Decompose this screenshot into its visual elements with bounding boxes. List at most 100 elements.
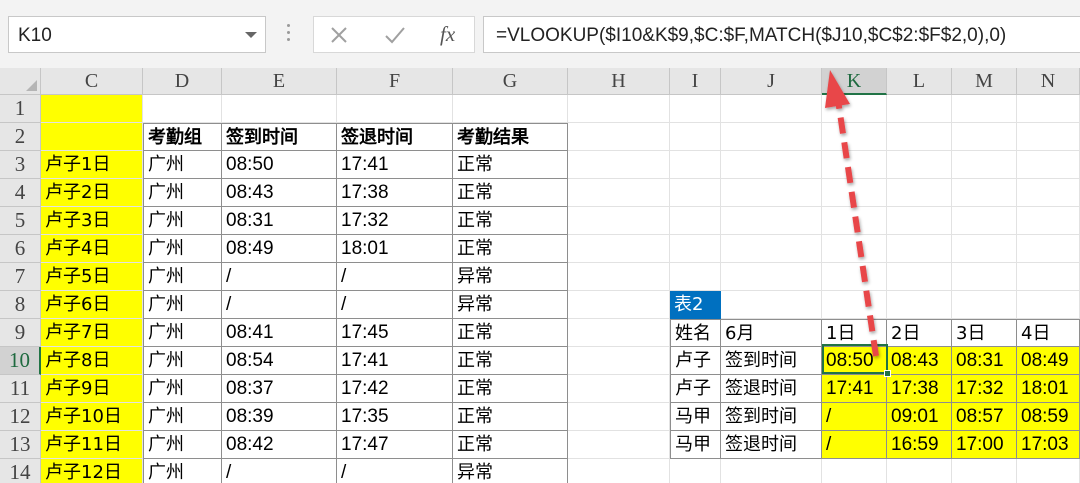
row-header-3[interactable]: 3	[0, 151, 41, 179]
left-table-cell[interactable]: 卢子10日	[41, 403, 143, 431]
grid-cell[interactable]	[670, 123, 721, 151]
grid-cell[interactable]	[1017, 459, 1080, 483]
right-table-cell[interactable]: 17:41	[822, 375, 887, 403]
grid-cell[interactable]	[670, 235, 721, 263]
left-table-cell[interactable]: 正常	[453, 235, 568, 263]
left-table-cell[interactable]: 08:49	[222, 235, 337, 263]
select-all-button[interactable]	[0, 68, 41, 95]
column-header-d[interactable]: D	[143, 68, 222, 95]
row-header-14[interactable]: 14	[0, 459, 41, 483]
left-table-cell[interactable]: 卢子12日	[41, 459, 143, 483]
grid-cell[interactable]	[952, 151, 1017, 179]
grid-cell[interactable]	[952, 207, 1017, 235]
left-table-cell[interactable]: /	[222, 291, 337, 319]
left-table-cell[interactable]: 08:54	[222, 347, 337, 375]
grid-cell[interactable]	[822, 459, 887, 483]
left-table-cell[interactable]: 广州	[143, 431, 222, 459]
grid-cell[interactable]	[887, 151, 952, 179]
left-table-cell[interactable]: 广州	[143, 207, 222, 235]
left-table-header[interactable]	[41, 123, 143, 151]
grid-cell[interactable]	[453, 95, 568, 123]
right-table-cell[interactable]: 08:31	[952, 347, 1017, 375]
left-table-cell[interactable]: 广州	[143, 459, 222, 483]
right-table-header[interactable]: 2日	[887, 319, 952, 347]
grid-cell[interactable]	[337, 95, 453, 123]
left-table-cell[interactable]: 正常	[453, 347, 568, 375]
grid-cell[interactable]	[568, 123, 670, 151]
column-header-j[interactable]: J	[721, 68, 822, 95]
left-table-cell[interactable]: 异常	[453, 459, 568, 483]
left-table-cell[interactable]: 广州	[143, 403, 222, 431]
grid-cell[interactable]	[670, 207, 721, 235]
right-table-cell[interactable]: 卢子	[670, 347, 721, 375]
left-table-cell[interactable]: 卢子7日	[41, 319, 143, 347]
grid-cell[interactable]	[670, 459, 721, 483]
column-header-k[interactable]: K	[822, 68, 887, 95]
grid-cell[interactable]	[887, 291, 952, 319]
grid-cell[interactable]	[822, 151, 887, 179]
left-table-cell[interactable]: 08:41	[222, 319, 337, 347]
grid-cell[interactable]	[887, 179, 952, 207]
right-table-header[interactable]: 3日	[952, 319, 1017, 347]
left-table-cell[interactable]: 广州	[143, 235, 222, 263]
grid-cell[interactable]	[1017, 263, 1080, 291]
right-table-header[interactable]: 姓名	[670, 319, 721, 347]
grid-cell[interactable]	[952, 235, 1017, 263]
left-table-cell[interactable]: 正常	[453, 375, 568, 403]
right-table-cell[interactable]: 08:59	[1017, 403, 1080, 431]
left-table-cell[interactable]: 广州	[143, 179, 222, 207]
right-table-header[interactable]: 6月	[721, 319, 822, 347]
grid-cell[interactable]	[822, 207, 887, 235]
row-header-13[interactable]: 13	[0, 431, 41, 459]
grid-cell[interactable]	[568, 235, 670, 263]
grid-cell[interactable]	[887, 207, 952, 235]
left-table-cell[interactable]: 正常	[453, 151, 568, 179]
left-table-cell[interactable]: 18:01	[337, 235, 453, 263]
grid-cell[interactable]	[568, 319, 670, 347]
left-table-cell[interactable]: 17:42	[337, 375, 453, 403]
column-header-i[interactable]: I	[670, 68, 721, 95]
grid-cell[interactable]	[721, 263, 822, 291]
left-table-cell[interactable]: 正常	[453, 179, 568, 207]
grid-cell[interactable]	[1017, 151, 1080, 179]
left-table-cell[interactable]: 17:41	[337, 151, 453, 179]
left-table-header[interactable]: 签退时间	[337, 123, 453, 151]
row-header-11[interactable]: 11	[0, 375, 41, 403]
grid-cell[interactable]	[822, 179, 887, 207]
chevron-down-icon[interactable]	[241, 20, 261, 49]
left-table-cell[interactable]: 08:31	[222, 207, 337, 235]
grid-cell[interactable]	[568, 431, 670, 459]
grid-cell[interactable]	[822, 235, 887, 263]
grid-cell[interactable]	[670, 179, 721, 207]
left-table-cell[interactable]: 正常	[453, 207, 568, 235]
row-header-10[interactable]: 10	[0, 347, 41, 375]
left-table-cell[interactable]: 08:43	[222, 179, 337, 207]
highlight-cell[interactable]	[41, 95, 143, 123]
grid-cell[interactable]	[568, 263, 670, 291]
left-table-cell[interactable]: 广州	[143, 263, 222, 291]
column-header-e[interactable]: E	[222, 68, 337, 95]
row-header-4[interactable]: 4	[0, 179, 41, 207]
grid-cell[interactable]	[568, 291, 670, 319]
grid-cell[interactable]	[952, 291, 1017, 319]
grid-cell[interactable]	[568, 403, 670, 431]
insert-function-button[interactable]: fx	[440, 22, 455, 47]
left-table-cell[interactable]: 17:38	[337, 179, 453, 207]
left-table-cell[interactable]: 17:45	[337, 319, 453, 347]
right-table-cell[interactable]: 17:38	[887, 375, 952, 403]
grid-cell[interactable]	[568, 179, 670, 207]
row-header-1[interactable]: 1	[0, 95, 41, 123]
left-table-cell[interactable]: 广州	[143, 151, 222, 179]
left-table-cell[interactable]: 正常	[453, 403, 568, 431]
right-table-cell[interactable]: 17:32	[952, 375, 1017, 403]
right-table-cell[interactable]: 18:01	[1017, 375, 1080, 403]
left-table-cell[interactable]: 正常	[453, 319, 568, 347]
row-header-12[interactable]: 12	[0, 403, 41, 431]
grid-cell[interactable]	[670, 151, 721, 179]
left-table-cell[interactable]: 广州	[143, 319, 222, 347]
grid-cell[interactable]	[568, 459, 670, 483]
grid-cell[interactable]	[721, 207, 822, 235]
left-table-cell[interactable]: 08:39	[222, 403, 337, 431]
grid-cell[interactable]	[721, 151, 822, 179]
formula-input[interactable]: =VLOOKUP($I10&K$9,$C:$F,MATCH($J10,$C$2:…	[483, 16, 1080, 53]
